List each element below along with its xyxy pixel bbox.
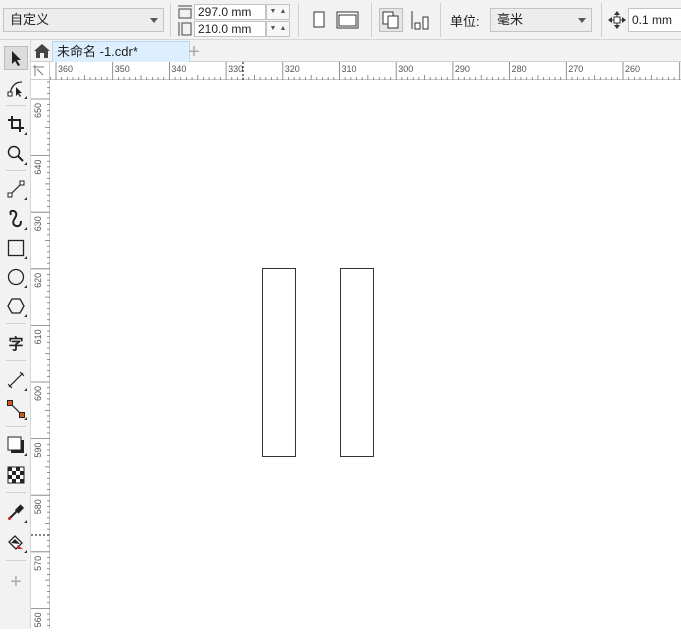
ruler-tick-label: 310 (342, 64, 357, 74)
drop-shadow-icon (7, 436, 24, 453)
add-tool-button[interactable]: + (4, 570, 28, 594)
add-tab-button[interactable]: + (183, 42, 205, 64)
ellipse-tool[interactable] (4, 265, 28, 289)
pick-tool[interactable] (4, 46, 28, 70)
dimension-tool[interactable] (4, 368, 28, 392)
ruler-tick-label: 320 (285, 64, 300, 74)
ruler-tick-label: 290 (455, 64, 470, 74)
drop-shadow-tool[interactable] (4, 433, 28, 457)
ruler-tick-label: 590 (33, 443, 43, 458)
shape-tool[interactable] (4, 76, 28, 100)
page-width-field[interactable]: 297.0 mm (194, 4, 266, 20)
ruler-tick-label: 630 (33, 216, 43, 231)
separator (298, 3, 299, 37)
eyedropper-tool[interactable] (4, 500, 28, 524)
vertical-ruler[interactable]: 650 640 630 620 610 600 590 580 570 560 (31, 80, 50, 629)
ruler-tick-label: 610 (33, 329, 43, 344)
page-height-value: 210.0 mm (198, 22, 252, 36)
page-size-select[interactable]: 自定义 (3, 8, 164, 32)
nudge-field[interactable]: 0.1 mm (628, 8, 681, 32)
text-icon: 字 (8, 335, 24, 353)
pointer-icon (12, 51, 21, 66)
artistic-media-icon (9, 209, 22, 228)
ruler-tick-label: 580 (33, 499, 43, 514)
ruler-tick-label: 640 (33, 160, 43, 175)
crop-tool[interactable] (4, 112, 28, 136)
vertical-ruler-ticks: 650 640 630 620 610 600 590 580 570 560 (31, 81, 50, 627)
unit-select[interactable]: 毫米 (490, 8, 592, 32)
page-height-spinner[interactable]: ▼ ▲ (266, 21, 290, 37)
separator (601, 3, 602, 37)
ruler-tick-label: 270 (568, 64, 583, 74)
ruler-tick-label: 560 (33, 612, 43, 627)
polygon-icon (7, 298, 25, 314)
transparency-icon (7, 466, 25, 484)
rectangle-icon (7, 239, 25, 257)
landscape-icon[interactable] (336, 10, 360, 30)
connector-icon (7, 400, 25, 418)
ruler-origin[interactable] (31, 62, 50, 80)
ruler-tick-label: 600 (33, 386, 43, 401)
chevron-down-icon (578, 18, 586, 23)
document-tab[interactable]: 未命名 -1.cdr* + (52, 41, 200, 62)
current-page-icon[interactable] (409, 9, 431, 31)
separator (371, 3, 372, 37)
toolbox: 字 + (0, 40, 31, 629)
ruler-origin-icon (33, 65, 44, 76)
ruler-tick-label: 280 (512, 64, 527, 74)
rectangle-tool[interactable] (4, 236, 28, 260)
page-height-field[interactable]: 210.0 mm (194, 21, 266, 37)
document-tab-title: 未命名 -1.cdr* (57, 44, 138, 59)
page-width-spinner[interactable]: ▼ ▲ (266, 4, 290, 20)
ruler-tick-label: 570 (33, 556, 43, 571)
page-width-icon (178, 5, 192, 19)
page-size-value: 自定义 (10, 12, 50, 27)
horizontal-ruler[interactable]: 3603503403303203103002902802702602 (49, 62, 681, 80)
drawing-canvas[interactable] (50, 80, 681, 629)
ellipse-icon (7, 268, 25, 286)
ruler-tick-label: 650 (33, 103, 43, 118)
interactive-fill-icon (8, 535, 23, 550)
separator (170, 3, 171, 37)
eyedropper-icon (8, 504, 25, 520)
portrait-icon[interactable] (310, 10, 328, 30)
ruler-tick-label: 620 (33, 273, 43, 288)
ruler-tick-label: 360 (58, 64, 73, 74)
shape-edit-icon (7, 81, 23, 97)
connector-tool[interactable] (4, 397, 28, 421)
interactive-fill-tool[interactable] (4, 530, 28, 554)
ruler-tick-label: 260 (625, 64, 640, 74)
text-tool[interactable]: 字 (4, 331, 28, 355)
zoom-icon (7, 145, 24, 162)
rectangle-shape-right[interactable] (340, 268, 374, 457)
separator (440, 3, 441, 37)
all-pages-icon[interactable] (379, 8, 403, 32)
ruler-tick-label: 330 (228, 64, 243, 74)
zoom-tool[interactable] (4, 142, 28, 166)
nudge-icon (608, 11, 626, 29)
artistic-media-tool[interactable] (4, 207, 28, 231)
unit-label: 单位: (450, 14, 480, 29)
add-tool-icon: + (10, 570, 22, 593)
ruler-tick-label: 300 (398, 64, 413, 74)
page-height-icon (178, 22, 192, 36)
ruler-tick-label: 350 (115, 64, 130, 74)
freehand-tool[interactable] (4, 177, 28, 201)
page-width-value: 297.0 mm (198, 5, 252, 19)
nudge-value: 0.1 mm (632, 13, 673, 27)
freehand-icon (7, 180, 25, 198)
property-bar: 自定义 297.0 mm ▼ ▲ 210.0 mm ▼ ▲ 单位: 毫米 0.1… (0, 0, 681, 40)
transparency-tool[interactable] (4, 463, 28, 487)
polygon-tool[interactable] (4, 294, 28, 318)
home-icon[interactable] (33, 42, 51, 60)
parallel-dimension-icon (7, 371, 25, 389)
horizontal-ruler-ticks: 3603503403303203103002902802702602 (49, 62, 681, 80)
unit-value: 毫米 (497, 12, 524, 27)
rectangle-shape-left[interactable] (262, 268, 296, 457)
chevron-down-icon (150, 18, 158, 23)
crop-icon (8, 116, 24, 132)
ruler-tick-label: 340 (171, 64, 186, 74)
document-tab-bar: 未命名 -1.cdr* + (31, 40, 681, 62)
